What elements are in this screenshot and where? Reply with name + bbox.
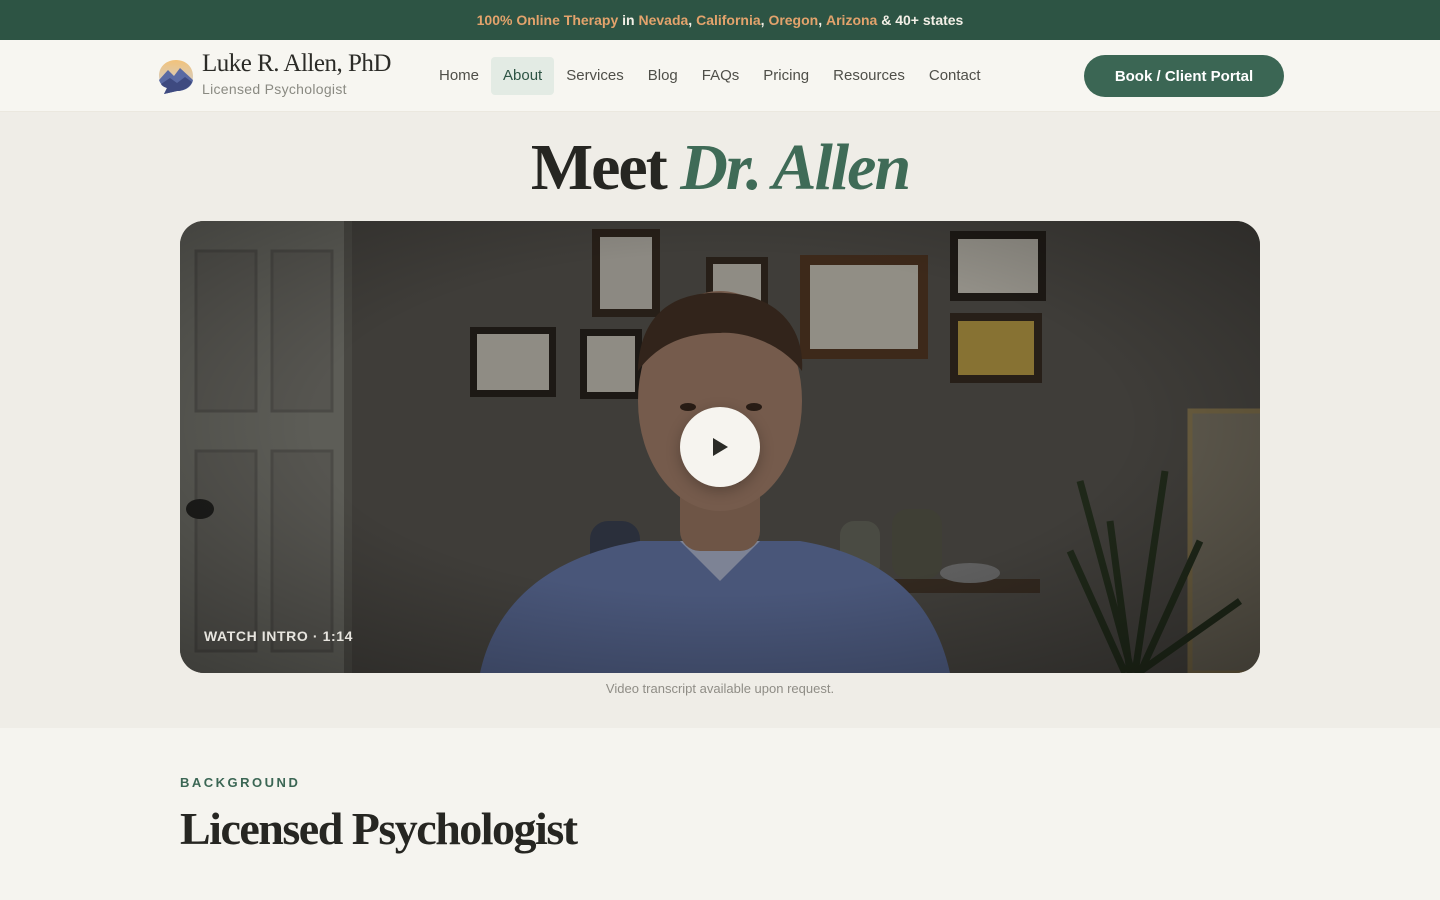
site-header: Luke R. Allen, PhD Licensed Psychologist… [0,40,1440,112]
title-accent: Dr. Allen [680,131,911,204]
announcement-text: in [618,12,639,28]
announcement-state-oregon: Oregon [768,12,819,28]
book-client-portal-button[interactable]: Book / Client Portal [1084,55,1284,97]
hero-section: Meet Dr. Allen WATCH INTRO · 1:14 Video … [0,112,1440,728]
brand-subtitle: Licensed Psychologist [202,81,347,97]
announcement-state-arizona: Arizona [826,12,878,28]
nav-home[interactable]: Home [427,57,491,95]
video-caption: Video transcript available upon request. [605,681,835,696]
announcement-bar: 100% Online Therapy in Nevada , Californ… [0,0,1440,40]
nav-blog[interactable]: Blog [636,57,690,95]
section-eyebrow: BACKGROUND [180,775,301,790]
section-title: Licensed Psychologist [180,803,578,854]
watch-intro-label: WATCH INTRO · 1:14 [204,628,353,644]
nav-services[interactable]: Services [554,57,636,95]
nav-contact[interactable]: Contact [917,57,993,95]
announcement-separator: , [688,12,697,28]
background-section: BACKGROUND Licensed Psychologist [0,728,1440,900]
announcement-text: & 40+ states [877,12,964,28]
intro-video[interactable]: WATCH INTRO · 1:14 [180,221,1260,673]
announcement-state-nevada: Nevada [638,12,689,28]
announcement-separator: , [818,12,826,28]
title-plain: Meet [530,131,681,204]
announcement-separator: , [760,12,769,28]
mountain-speech-bubble-icon[interactable] [155,56,195,96]
play-button[interactable] [680,407,760,487]
play-icon [713,438,728,456]
page-title: Meet Dr. Allen [0,128,1440,208]
nav-pricing[interactable]: Pricing [751,57,821,95]
nav-resources[interactable]: Resources [821,57,917,95]
nav-faqs[interactable]: FAQs [690,57,752,95]
nav-about[interactable]: About [491,57,555,95]
announcement-highlight: 100% Online Therapy [476,12,619,28]
announcement-state-california: California [696,12,761,28]
main-nav: Home About Services Blog FAQs Pricing Re… [427,57,993,95]
brand-name[interactable]: Luke R. Allen, PhD [202,50,391,78]
